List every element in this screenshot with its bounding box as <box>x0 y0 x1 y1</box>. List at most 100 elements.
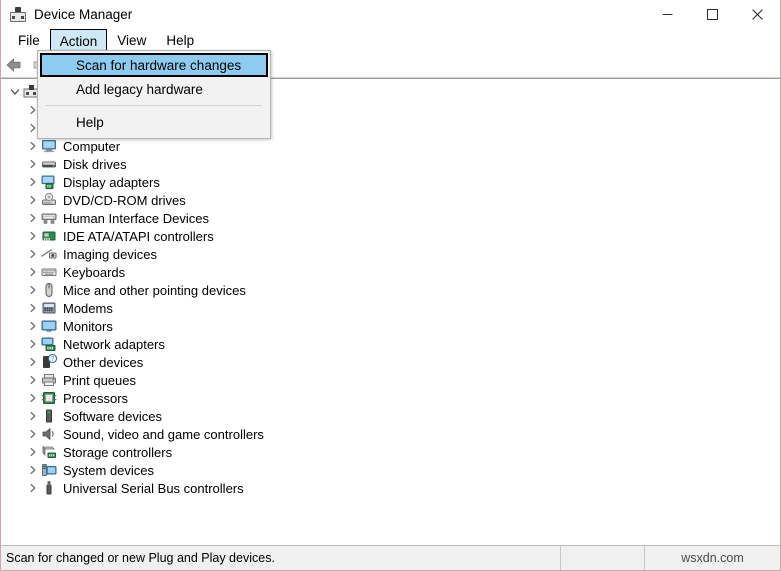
tree-item-label: System devices <box>63 462 155 478</box>
close-button[interactable] <box>735 0 780 29</box>
menu-item-help[interactable]: Help <box>40 110 268 134</box>
computer-icon <box>41 138 57 154</box>
software-device-icon <box>41 408 57 424</box>
tree-item-label: Modems <box>63 300 113 316</box>
status-middle-cell <box>561 546 645 570</box>
device-manager-icon <box>9 6 27 24</box>
chevron-right-icon[interactable] <box>25 227 41 245</box>
tree-row[interactable]: Universal Serial Bus controllers <box>1 479 780 497</box>
tree-item-label: Computer <box>63 138 121 154</box>
menu-bar: File Action View Help <box>1 29 780 52</box>
tree-item-label: Processors <box>63 390 129 406</box>
tree-item-label: Mice and other pointing devices <box>63 282 246 298</box>
storage-controller-icon <box>41 444 57 460</box>
tree-row[interactable]: Human Interface Devices <box>1 209 780 227</box>
tree-item-label: Network adapters <box>63 336 165 352</box>
display-adapter-icon <box>41 174 57 190</box>
device-tree: BatteriesBluetoothComputerDisk drivesDis… <box>1 79 780 497</box>
close-icon <box>752 9 763 20</box>
tree-row[interactable]: Imaging devices <box>1 245 780 263</box>
imaging-device-icon <box>41 246 57 262</box>
monitor-icon <box>41 318 57 334</box>
chevron-right-icon[interactable] <box>25 425 41 443</box>
tree-row[interactable]: Storage controllers <box>1 443 780 461</box>
chevron-down-icon[interactable] <box>7 83 23 101</box>
keyboard-icon <box>41 264 57 280</box>
printer-icon <box>41 372 57 388</box>
tree-item-label: DVD/CD-ROM drives <box>63 192 186 208</box>
chevron-right-icon[interactable] <box>25 263 41 281</box>
tree-row[interactable]: Sound, video and game controllers <box>1 425 780 443</box>
system-device-icon <box>41 462 57 478</box>
tree-item-label: Keyboards <box>63 264 126 280</box>
chevron-right-icon[interactable] <box>25 155 41 173</box>
menu-item-scan-for-hardware-changes[interactable]: Scan for hardware changes <box>40 53 268 77</box>
chevron-right-icon[interactable] <box>25 407 41 425</box>
tree-item-label: Storage controllers <box>63 444 173 460</box>
tree-row[interactable]: Print queues <box>1 371 780 389</box>
tree-row[interactable]: Software devices <box>1 407 780 425</box>
chevron-right-icon[interactable] <box>25 209 41 227</box>
tree-item-label: IDE ATA/ATAPI controllers <box>63 228 214 244</box>
chevron-right-icon[interactable] <box>25 461 41 479</box>
chevron-right-icon[interactable] <box>25 479 41 497</box>
minimize-icon <box>662 14 673 15</box>
tree-row[interactable]: Modems <box>1 299 780 317</box>
sound-icon <box>41 426 57 442</box>
ide-controller-icon <box>41 228 57 244</box>
menu-item-add-legacy-hardware[interactable]: Add legacy hardware <box>40 77 268 101</box>
chevron-right-icon[interactable] <box>25 371 41 389</box>
menu-separator <box>46 105 262 106</box>
chevron-right-icon[interactable] <box>25 299 41 317</box>
tree-item-label: Disk drives <box>63 156 127 172</box>
disk-drive-icon <box>41 156 57 172</box>
chevron-right-icon[interactable] <box>25 137 41 155</box>
tree-row[interactable]: Processors <box>1 389 780 407</box>
tree-item-label: Print queues <box>63 372 136 388</box>
device-tree-pane[interactable]: BatteriesBluetoothComputerDisk drivesDis… <box>1 78 780 544</box>
maximize-icon <box>707 9 718 20</box>
tree-row[interactable]: Monitors <box>1 317 780 335</box>
tree-item-label: Monitors <box>63 318 113 334</box>
tree-item-label: Human Interface Devices <box>63 210 209 226</box>
tree-row[interactable]: ? Other devices <box>1 353 780 371</box>
tree-item-label: Display adapters <box>63 174 160 190</box>
chevron-right-icon[interactable] <box>25 353 41 371</box>
tree-row[interactable]: IDE ATA/ATAPI controllers <box>1 227 780 245</box>
tree-row[interactable]: Computer <box>1 137 780 155</box>
chevron-right-icon[interactable] <box>25 389 41 407</box>
tree-row[interactable]: DVD/CD-ROM drives <box>1 191 780 209</box>
tree-item-label: Imaging devices <box>63 246 157 262</box>
tree-row[interactable]: Keyboards <box>1 263 780 281</box>
other-device-icon: ? <box>41 353 58 370</box>
hid-icon <box>41 210 57 226</box>
tree-item-label: Other devices <box>63 354 144 370</box>
usb-icon <box>41 480 57 496</box>
tree-row[interactable]: Disk drives <box>1 155 780 173</box>
chevron-right-icon[interactable] <box>25 317 41 335</box>
menu-view[interactable]: View <box>107 29 156 52</box>
tree-item-label: Universal Serial Bus controllers <box>63 480 244 496</box>
maximize-button[interactable] <box>690 0 735 29</box>
dvd-drive-icon <box>41 192 57 208</box>
tree-row[interactable]: Mice and other pointing devices <box>1 281 780 299</box>
menu-help[interactable]: Help <box>156 29 204 52</box>
watermark: wsxdn.com <box>681 551 744 565</box>
chevron-right-icon[interactable] <box>25 281 41 299</box>
tree-row[interactable]: Network adapters <box>1 335 780 353</box>
back-button[interactable] <box>1 53 27 77</box>
window-title: Device Manager <box>34 6 133 22</box>
tree-row[interactable]: Display adapters <box>1 173 780 191</box>
chevron-right-icon[interactable] <box>25 173 41 191</box>
tree-row[interactable]: System devices <box>1 461 780 479</box>
chevron-right-icon[interactable] <box>25 443 41 461</box>
device-manager-window: Device Manager File Action View Help Com… <box>0 0 781 571</box>
chevron-right-icon[interactable] <box>25 335 41 353</box>
action-dropdown-menu: Scan for hardware changes Add legacy har… <box>37 50 271 139</box>
chevron-right-icon[interactable] <box>25 245 41 263</box>
chevron-right-icon[interactable] <box>25 191 41 209</box>
processor-icon <box>41 390 57 406</box>
menu-action[interactable]: Action <box>49 29 108 52</box>
minimize-button[interactable] <box>645 0 690 29</box>
menu-file[interactable]: File <box>8 29 50 52</box>
